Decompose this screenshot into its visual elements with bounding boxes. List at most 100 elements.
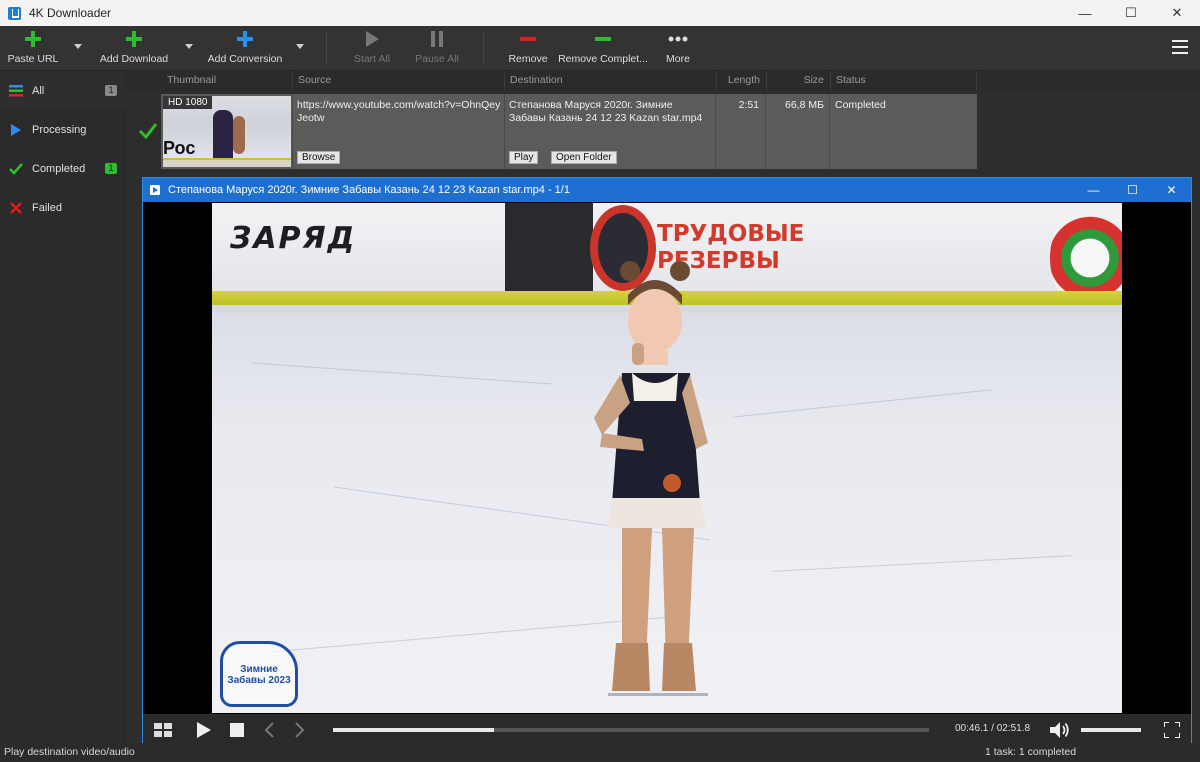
length-cell: 2:51 xyxy=(716,94,766,169)
volume-slider[interactable] xyxy=(1081,728,1141,732)
toolbar-separator xyxy=(326,32,327,64)
player-title: Степанова Маруся 2020г. Зимние Забавы Ка… xyxy=(168,184,570,196)
check-icon xyxy=(9,162,23,176)
sidebar-item-all[interactable]: All 1 xyxy=(0,71,125,110)
player-minimize-button[interactable]: — xyxy=(1074,178,1113,202)
thumbnail-cell: Рос HD 1080 xyxy=(161,94,293,169)
fullscreen-icon[interactable] xyxy=(1161,714,1183,745)
board-text-left: ЗАРЯД xyxy=(230,221,357,256)
thumb-banner xyxy=(163,158,291,167)
length-value: 2:51 xyxy=(738,99,759,111)
sidebar-item-label: All xyxy=(32,84,45,97)
add-download-label: Add Download xyxy=(99,53,169,65)
sidebar-item-label: Failed xyxy=(32,201,62,214)
minus-icon xyxy=(595,37,611,41)
col-destination[interactable]: Destination xyxy=(505,71,717,91)
quality-badge: HD 1080 xyxy=(163,96,213,109)
title-bar: 4K Downloader — ☐ ✕ xyxy=(0,0,1200,26)
source-cell: https://www.youtube.com/watch?v=OhnQeyJe… xyxy=(293,94,505,169)
player-window-controls: — ☐ ✕ xyxy=(1074,178,1191,202)
start-all-button[interactable]: Start All xyxy=(350,26,394,71)
table-header: Thumbnail Source Destination Length Size… xyxy=(125,71,1200,91)
player-maximize-button[interactable]: ☐ xyxy=(1113,178,1152,202)
add-download-dropdown-icon[interactable] xyxy=(185,44,193,49)
playlist-grid-icon[interactable] xyxy=(151,714,175,745)
remove-completed-button[interactable]: Remove Complet... xyxy=(558,26,648,71)
sidebar: All 1 Processing Completed 1 Failed xyxy=(0,71,125,743)
add-conversion-label: Add Conversion xyxy=(207,53,283,65)
destination-cell: Степанова Маруся 2020г. Зимние Забавы Ка… xyxy=(505,94,716,169)
play-icon xyxy=(366,31,379,47)
thumb-figure xyxy=(233,116,245,154)
plus-icon xyxy=(237,31,253,47)
start-all-label: Start All xyxy=(353,53,391,65)
browse-button[interactable]: Browse xyxy=(297,151,341,164)
more-button[interactable]: More xyxy=(660,26,696,71)
count-badge: 1 xyxy=(105,85,117,96)
paste-url-dropdown-icon[interactable] xyxy=(74,44,82,49)
minus-icon xyxy=(520,37,536,41)
source-url[interactable]: https://www.youtube.com/watch?v=OhnQeyJe… xyxy=(297,99,501,125)
volume-icon[interactable] xyxy=(1049,714,1071,745)
sidebar-item-failed[interactable]: Failed xyxy=(0,188,125,227)
status-bar: Play destination video/audio 1 task: 1 c… xyxy=(0,743,1200,762)
size-value: 66,8 МБ xyxy=(785,99,824,111)
video-frame[interactable]: ЗАРЯД ТРУДОВЫЕ РЕЗЕРВЫ Зимние Забавы 202… xyxy=(212,203,1122,713)
col-status[interactable]: Status xyxy=(831,71,977,91)
minimize-button[interactable]: — xyxy=(1062,0,1108,26)
seek-bar[interactable] xyxy=(333,728,929,732)
play-icon[interactable] xyxy=(193,714,215,745)
count-badge: 1 xyxy=(105,163,117,174)
thumb-text: Рос xyxy=(163,138,196,158)
pause-icon xyxy=(431,31,443,47)
paste-url-label: Paste URL xyxy=(7,53,59,65)
sidebar-item-label: Completed xyxy=(32,162,86,175)
remove-button[interactable]: Remove xyxy=(506,26,550,71)
table-row[interactable]: Рос HD 1080 https://www.youtube.com/watc… xyxy=(161,94,977,169)
sidebar-item-processing[interactable]: Processing xyxy=(0,110,125,149)
completed-check-icon xyxy=(138,122,158,142)
play-icon xyxy=(9,123,23,137)
previous-icon[interactable] xyxy=(260,714,278,745)
next-icon[interactable] xyxy=(291,714,309,745)
menu-icon[interactable] xyxy=(1172,40,1188,54)
app-title: 4K Downloader xyxy=(29,6,112,20)
remove-completed-label: Remove Complet... xyxy=(558,53,648,65)
col-size[interactable]: Size xyxy=(767,71,831,91)
list-icon xyxy=(9,84,23,98)
player-title-bar: Степанова Маруся 2020г. Зимние Забавы Ка… xyxy=(143,178,1191,202)
time-readout: 00:46.1 / 02:51.8 xyxy=(955,723,1031,734)
destination-filename: Степанова Маруся 2020г. Зимние Забавы Ка… xyxy=(509,99,703,124)
open-folder-button[interactable]: Open Folder xyxy=(551,151,617,164)
size-cell: 66,8 МБ xyxy=(766,94,830,169)
col-thumbnail[interactable]: Thumbnail xyxy=(162,71,293,91)
pause-all-label: Pause All xyxy=(415,53,459,65)
pause-all-button[interactable]: Pause All xyxy=(413,26,461,71)
plus-icon xyxy=(126,31,142,47)
player-icon xyxy=(150,185,160,195)
video-player-window: Степанова Маруся 2020г. Зимние Забавы Ка… xyxy=(142,177,1192,745)
play-button[interactable]: Play xyxy=(509,151,539,164)
close-button[interactable]: ✕ xyxy=(1154,0,1200,26)
app-icon xyxy=(8,6,21,20)
add-conversion-button[interactable]: Add Conversion xyxy=(205,26,285,71)
status-value: Completed xyxy=(835,99,886,111)
maximize-button[interactable]: ☐ xyxy=(1108,0,1154,26)
player-close-button[interactable]: ✕ xyxy=(1152,178,1191,202)
video-thumbnail[interactable]: Рос HD 1080 xyxy=(163,96,291,167)
stop-icon[interactable] xyxy=(226,714,248,745)
add-conversion-dropdown-icon[interactable] xyxy=(296,44,304,49)
window-controls: — ☐ ✕ xyxy=(1062,0,1200,26)
toolbar: Paste URL Add Download Add Conversion St… xyxy=(0,26,1200,71)
col-source[interactable]: Source xyxy=(293,71,505,91)
remove-label: Remove xyxy=(508,53,548,65)
status-hint: Play destination video/audio xyxy=(4,746,135,758)
add-download-button[interactable]: Add Download xyxy=(98,26,170,71)
more-label: More xyxy=(666,53,690,65)
status-summary: 1 task: 1 completed xyxy=(985,746,1077,758)
x-icon xyxy=(9,201,23,215)
col-length[interactable]: Length xyxy=(717,71,767,91)
paste-url-button[interactable]: Paste URL xyxy=(8,26,58,71)
seek-progress xyxy=(333,728,494,732)
sidebar-item-completed[interactable]: Completed 1 xyxy=(0,149,125,188)
